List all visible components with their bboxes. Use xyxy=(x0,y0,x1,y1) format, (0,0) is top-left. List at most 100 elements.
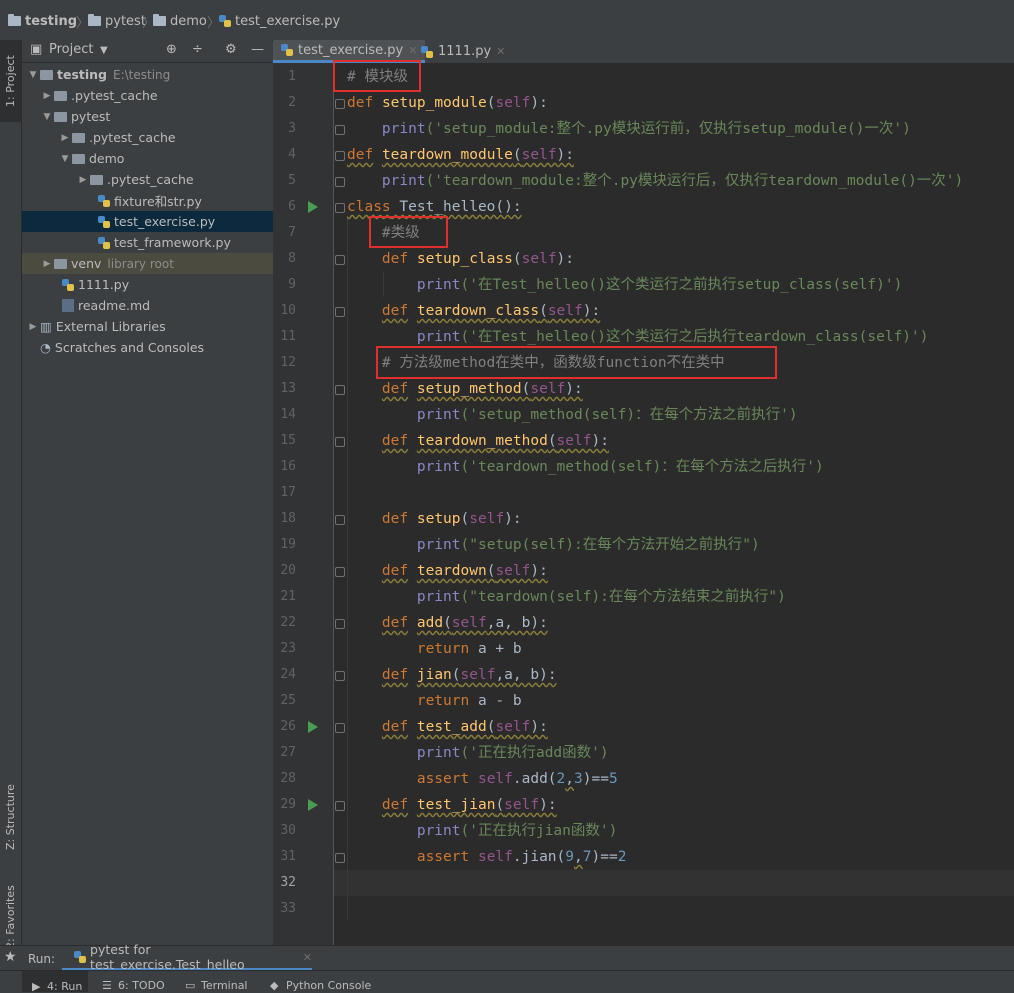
project-panel-header: ▣ Project ▼ ⊕ ÷ ⚙ — xyxy=(22,40,272,63)
line-number: 33 xyxy=(280,901,296,916)
chevron-down-icon: ▼ xyxy=(43,111,51,122)
tree-label: venv xyxy=(71,256,102,271)
tree-item-pytest-cache[interactable]: ▶ .pytest_cache xyxy=(22,85,290,106)
self-token: self xyxy=(521,147,557,163)
fold-icon[interactable] xyxy=(335,515,345,525)
project-view-selector[interactable]: Project xyxy=(49,42,93,57)
chevron-down-icon: ▼ xyxy=(29,69,37,80)
close-icon[interactable]: ✕ xyxy=(496,45,505,58)
line-number: 26 xyxy=(280,719,296,734)
keyword-token: assert xyxy=(416,849,470,865)
close-icon[interactable]: ✕ xyxy=(303,951,312,964)
self-token: self xyxy=(521,251,557,267)
code-line: print('teardown_method(self)：在每个方法之后执行') xyxy=(347,457,824,477)
code-layer[interactable]: # 模块级 def setup_module(self): print('set… xyxy=(334,63,1014,945)
string-token: ('在Test_helleo()这个类运行之后执行teardown_class(… xyxy=(460,329,929,345)
code-line: print('正在执行jian函数') xyxy=(347,821,618,841)
fold-icon[interactable] xyxy=(335,255,345,265)
line-number: 3 xyxy=(288,121,296,136)
breadcrumb: testing 〉 pytest 〉 demo 〉 test_exercise.… xyxy=(0,0,1014,41)
builtin-token: print xyxy=(416,459,461,475)
string-token: ('teardown_method(self)：在每个方法之后执行') xyxy=(460,459,824,475)
code-line: print('setup_module:整个.py模块运行前，仅执行setup_… xyxy=(347,119,911,139)
punct-token: ( xyxy=(547,433,557,449)
python-file-icon xyxy=(98,215,110,228)
fold-icon[interactable] xyxy=(335,203,345,213)
fold-icon[interactable] xyxy=(335,567,345,577)
run-test-icon[interactable] xyxy=(308,721,318,733)
self-token: self xyxy=(469,511,505,527)
tool-tab-label: 4: Run xyxy=(47,980,83,993)
fold-icon[interactable] xyxy=(335,385,345,395)
tool-tab-favorites[interactable]: 2: Favorites xyxy=(0,880,21,955)
tool-tab-terminal[interactable]: Terminal xyxy=(201,979,248,992)
line-number: 17 xyxy=(280,485,296,500)
breadcrumb-item-testing[interactable]: testing xyxy=(8,13,77,29)
folder-icon xyxy=(72,132,85,143)
fold-icon[interactable] xyxy=(335,437,345,447)
punct-token: ( xyxy=(460,511,470,527)
fold-icon[interactable] xyxy=(335,99,345,109)
folder-icon xyxy=(54,90,67,101)
punct-token: )== xyxy=(591,849,618,865)
title-strip xyxy=(0,0,1014,8)
fold-icon[interactable] xyxy=(335,671,345,681)
breadcrumb-item-pytest[interactable]: pytest xyxy=(88,13,146,29)
fold-icon[interactable] xyxy=(335,619,345,629)
tool-tab-structure[interactable]: Z: Structure xyxy=(0,780,21,855)
fold-icon[interactable] xyxy=(335,125,345,135)
tree-item-pytest-cache-2[interactable]: ▶ .pytest_cache xyxy=(22,127,308,148)
minimize-icon[interactable]: — xyxy=(251,42,264,57)
punct-token: ,a, b): xyxy=(495,667,557,683)
tree-label: External Libraries xyxy=(55,319,166,334)
tool-tab-project[interactable]: 1: Project xyxy=(0,40,21,122)
tool-tab-python-console[interactable]: Python Console xyxy=(286,979,371,992)
tree-item-pytest[interactable]: ▼ pytest xyxy=(22,106,290,127)
tree-item-venv[interactable]: ▶ venv library root xyxy=(22,253,290,274)
keyword-token: def xyxy=(381,719,409,735)
chevron-down-icon[interactable]: ▼ xyxy=(100,45,108,56)
line-number: 6 xyxy=(288,199,296,214)
line-number: 32 xyxy=(280,875,296,890)
tool-tab-todo[interactable]: 6: TODO xyxy=(118,979,165,992)
keyword-token: def xyxy=(381,251,409,267)
number-token: 5 xyxy=(608,771,618,787)
keyword-token: def xyxy=(347,147,374,163)
run-test-icon[interactable] xyxy=(308,201,318,213)
chevron-right-icon: ▶ xyxy=(61,132,69,143)
fold-icon[interactable] xyxy=(335,177,345,187)
string-token: ('在Test_helleo()这个类运行之前执行setup_class(sel… xyxy=(460,277,903,293)
tool-tab-label: 2: Favorites xyxy=(4,885,17,950)
locate-icon[interactable]: ⊕ xyxy=(166,42,177,57)
line-number: 30 xyxy=(280,823,296,838)
star-icon[interactable]: ★ xyxy=(4,949,17,965)
fold-icon[interactable] xyxy=(335,151,345,161)
line-number: 1 xyxy=(288,69,296,84)
breadcrumb-item-demo[interactable]: demo xyxy=(153,13,207,29)
tool-tab-label: 1: Project xyxy=(4,55,17,107)
tool-tab-run[interactable]: ▶ 4: Run xyxy=(22,971,88,993)
tree-hint: library root xyxy=(107,256,174,271)
run-test-icon[interactable] xyxy=(308,799,318,811)
tree-item-demo[interactable]: ▼ demo xyxy=(22,148,308,169)
fold-icon[interactable] xyxy=(335,853,345,863)
run-config-tab[interactable]: pytest for test_exercise.Test_helleo ✕ xyxy=(62,942,312,972)
breadcrumb-item-file[interactable]: test_exercise.py xyxy=(219,13,340,29)
tree-item-scratches[interactable]: ◔ Scratches and Consoles xyxy=(22,337,290,358)
expr-token: a + b xyxy=(469,641,522,657)
gear-icon[interactable]: ⚙ xyxy=(225,42,237,57)
fold-icon[interactable] xyxy=(335,307,345,317)
collapse-icon[interactable]: ÷ xyxy=(192,42,203,57)
fold-icon[interactable] xyxy=(335,801,345,811)
tree-item-1111[interactable]: 1111.py xyxy=(22,274,312,295)
fold-icon[interactable] xyxy=(335,723,345,733)
tab-1111[interactable]: 1111.py ✕ xyxy=(413,40,513,63)
tree-item-external-libraries[interactable]: ▶ ▥ External Libraries xyxy=(22,316,276,337)
folder-icon xyxy=(8,14,21,26)
folder-icon xyxy=(90,174,103,185)
tree-item-testing[interactable]: ▼ testing E:\testing xyxy=(22,64,276,85)
chevron-right-icon: ▶ xyxy=(43,258,51,269)
code-line: print("setup(self):在每个方法开始之前执行") xyxy=(347,535,760,555)
tree-item-readme[interactable]: readme.md xyxy=(22,295,312,316)
builtin-token: print xyxy=(416,407,461,423)
